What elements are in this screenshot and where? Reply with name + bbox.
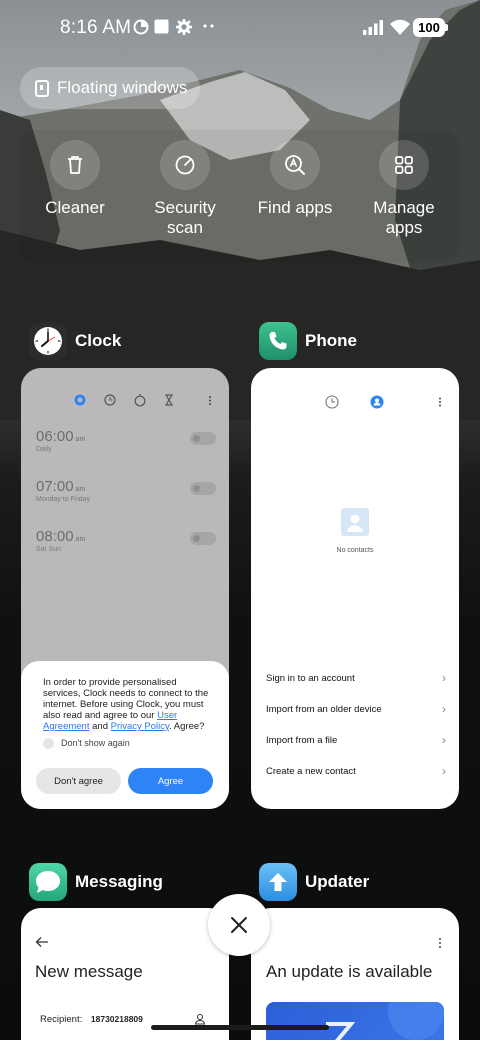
manage-apps-icon	[379, 140, 429, 190]
close-icon	[231, 917, 247, 933]
alarm-row[interactable]: 07:00 am Monday to Friday	[36, 478, 216, 503]
alarm-days: Sat Sun	[36, 546, 61, 553]
cleaner-button[interactable]: Cleaner	[20, 140, 130, 218]
alarm-toggle[interactable]	[190, 482, 216, 495]
alarm-ampm: am	[75, 436, 86, 443]
home-indicator[interactable]	[151, 1025, 329, 1030]
alarm-days: Daily	[36, 446, 52, 453]
privacy-policy-link[interactable]: Privacy Policy	[111, 721, 169, 732]
chevron-right-icon: ›	[442, 764, 446, 778]
alarm-time: 06:00	[36, 428, 74, 445]
add-contact-icon[interactable]	[194, 1013, 206, 1025]
floating-windows-button[interactable]: Floating windows	[20, 67, 200, 109]
messaging-app-icon	[29, 863, 67, 901]
contacts-tab-icon	[370, 395, 384, 409]
notification-square-icon	[154, 19, 169, 34]
phone-more-icon	[439, 397, 441, 407]
dont-show-again-label: Don't show again	[61, 738, 130, 748]
manage-apps-button[interactable]: Manage apps	[349, 140, 459, 238]
phone-app-card[interactable]: No contacts Sign in to an account › Impor…	[251, 368, 459, 809]
updater-app-header[interactable]: Updater	[259, 863, 369, 901]
battery-icon: 100	[413, 18, 448, 37]
find-apps-label: Find apps	[257, 198, 333, 217]
world-clock-tab-icon	[104, 394, 116, 406]
messaging-app-card[interactable]: New message Recipient: 18730218809	[21, 908, 229, 1040]
phone-app-name: Phone	[305, 331, 357, 350]
no-contacts-text: No contacts	[336, 547, 374, 554]
updater-app-card[interactable]: An update is available	[251, 908, 459, 1040]
update-banner-image	[266, 1002, 444, 1040]
alarm-time: 08:00	[36, 528, 74, 545]
chevron-right-icon: ›	[442, 671, 446, 685]
alarm-ampm: am	[75, 536, 86, 543]
alarm-toggle[interactable]	[190, 432, 216, 445]
dialog-message: In order to provide personalised service…	[43, 677, 209, 732]
status-bar: 8:16 AM 100	[0, 0, 480, 56]
clock-app-header[interactable]: Clock	[29, 322, 121, 360]
updater-more-icon[interactable]	[437, 936, 443, 950]
recipient-number[interactable]: 18730218809	[91, 1014, 143, 1024]
sign-in-account-row[interactable]: Sign in to an account ›	[266, 671, 446, 685]
update-available-title: An update is available	[266, 962, 433, 981]
dont-show-again-checkbox[interactable]	[43, 738, 54, 749]
messaging-app-name: Messaging	[75, 872, 163, 891]
more-dots-icon	[203, 24, 214, 28]
security-scan-icon	[160, 140, 210, 190]
floating-windows-label: Floating windows	[57, 78, 188, 97]
wifi-icon	[390, 19, 410, 35]
cleaner-label: Cleaner	[45, 198, 105, 217]
trash-icon	[50, 140, 100, 190]
import-older-device-row[interactable]: Import from an older device ›	[266, 702, 446, 716]
data-saver-icon	[133, 19, 149, 35]
phone-app-icon	[259, 322, 297, 360]
alarm-row[interactable]: 06:00 am Daily	[36, 428, 216, 453]
alarm-tab-icon	[74, 394, 86, 406]
clock-app-icon	[29, 322, 67, 360]
create-contact-row[interactable]: Create a new contact ›	[266, 764, 446, 778]
recents-tab-icon	[325, 395, 339, 409]
agree-button[interactable]: Agree	[128, 768, 213, 794]
clock-app-card[interactable]: 06:00 am Daily 07:00 am Monday to Friday 0…	[21, 368, 229, 809]
stopwatch-tab-icon	[134, 394, 146, 407]
security-scan-label: Security scan	[154, 198, 216, 237]
phone-tab-bar	[325, 395, 441, 409]
privacy-consent-dialog: In order to provide personalised service…	[21, 661, 229, 809]
empty-contacts-state: No contacts	[251, 508, 459, 554]
recipient-label: Recipient:	[40, 1014, 83, 1025]
updater-app-icon	[259, 863, 297, 901]
messaging-app-header[interactable]: Messaging	[29, 863, 163, 901]
alarm-row[interactable]: 08:00 am Sat Sun	[36, 528, 216, 553]
back-arrow-icon[interactable]	[35, 936, 49, 948]
chevron-right-icon: ›	[442, 733, 446, 747]
alarm-days: Monday to Friday	[36, 496, 91, 503]
clock-app-name: Clock	[75, 331, 122, 350]
close-all-apps-button[interactable]	[208, 894, 270, 956]
status-time: 8:16 AM	[60, 17, 132, 38]
clock-more-icon	[209, 396, 211, 405]
cellular-signal-icon	[363, 20, 383, 35]
alarm-ampm: am	[75, 486, 86, 493]
dont-agree-button[interactable]: Don't agree	[36, 768, 121, 794]
chevron-right-icon: ›	[442, 702, 446, 716]
alarm-toggle[interactable]	[190, 532, 216, 545]
timer-tab-icon	[164, 394, 174, 406]
floating-window-icon	[35, 79, 49, 97]
alarm-time: 07:00	[36, 478, 74, 495]
settings-gear-icon	[176, 19, 192, 35]
new-message-title: New message	[35, 962, 143, 981]
dont-show-again-option[interactable]: Don't show again	[43, 738, 214, 749]
find-apps-icon	[270, 140, 320, 190]
updater-app-name: Updater	[305, 872, 370, 891]
contact-placeholder-icon	[341, 508, 369, 536]
import-from-file-row[interactable]: Import from a file ›	[266, 733, 446, 747]
phone-app-header[interactable]: Phone	[259, 322, 357, 360]
clock-tab-bar	[74, 394, 211, 407]
security-scan-button[interactable]: Security scan	[130, 140, 240, 238]
manage-apps-label: Manage apps	[373, 198, 435, 237]
find-apps-button[interactable]: Find apps	[240, 140, 350, 218]
